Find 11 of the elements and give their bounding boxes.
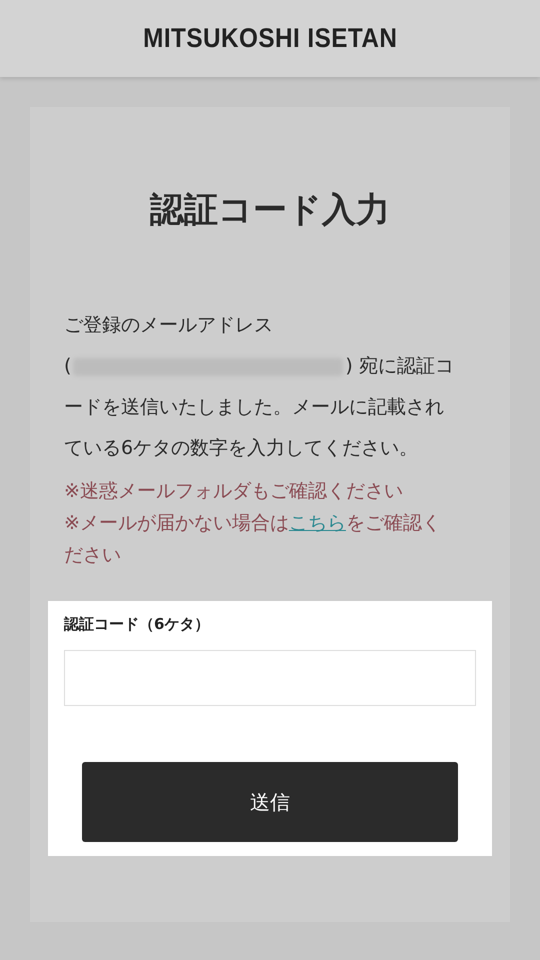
submit-button[interactable]: 送信 [82,762,458,842]
page-title: 認証コード入力 [148,189,391,232]
logo-text: MITSUKOSHI ISETAN [142,23,398,54]
field-label: 認証コード（6ケタ） [64,615,210,634]
message-text: ( [64,354,72,379]
message-text: ご登録のメールアドレス [64,314,273,336]
note-text: ※メールが届かない場合はこちら をご確認ください [64,511,442,568]
message-text: ードを送信いたしました。メールに記載されている6ケタの数字を入力してください。 [64,395,445,461]
message-text: ) 宛に認証コ [345,354,454,379]
code-input-field[interactable] [64,650,476,706]
note-text: ※迷惑メールフォルダもご確認ください [64,479,404,504]
